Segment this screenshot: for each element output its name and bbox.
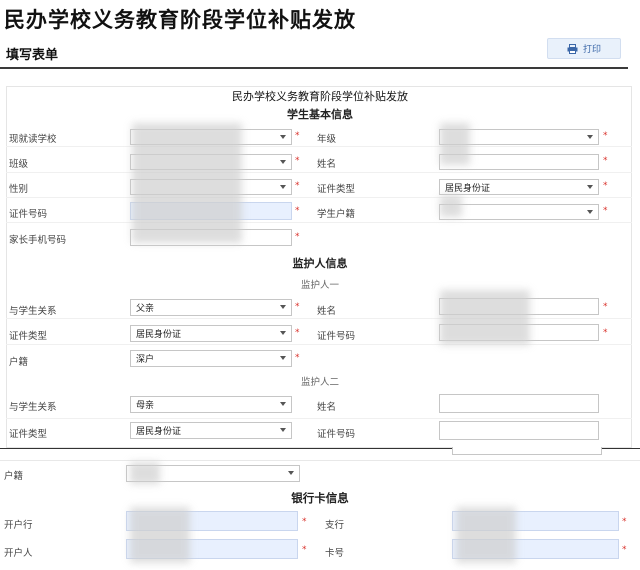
grade-label: 年级 [317, 134, 337, 145]
student-name-label: 姓名 [317, 159, 337, 170]
row-divider [6, 172, 632, 173]
guardian1-id-no-label: 证件号码 [317, 331, 356, 342]
guardian2-id-no-input[interactable] [439, 421, 599, 440]
guardian2-id-type-select[interactable]: 居民身份证 [130, 422, 292, 439]
privacy-blur [440, 123, 470, 165]
required-mark: * [295, 181, 300, 191]
student-hukou-label: 学生户籍 [317, 209, 356, 220]
guardian1-hukou-select[interactable]: 深户 [130, 350, 292, 367]
account-holder-label: 开户人 [4, 548, 33, 559]
privacy-blur [440, 195, 462, 217]
branch-label: 支行 [325, 520, 345, 531]
required-mark: * [302, 545, 307, 555]
school-label: 现就读学校 [9, 134, 57, 145]
privacy-blur [132, 123, 242, 243]
required-mark: * [603, 181, 608, 191]
section-label: 填写表单 [6, 48, 59, 63]
student-hukou-select[interactable] [439, 204, 599, 220]
guardian1-id-type-select[interactable]: 居民身份证 [130, 325, 292, 342]
required-mark: * [603, 131, 608, 141]
printer-icon [567, 43, 578, 54]
parent-phone-label: 家长手机号码 [9, 235, 67, 246]
guardian1-relation-select[interactable]: 父亲 [130, 299, 292, 316]
page-title: 民办学校义务教育阶段学位补贴发放 [4, 8, 356, 32]
gender-label: 性别 [9, 184, 29, 195]
student-id-type-label: 证件类型 [317, 184, 356, 195]
row-divider [6, 197, 632, 198]
guardian1-name-label: 姓名 [317, 306, 337, 317]
form-title: 民办学校义务教育阶段学位补贴发放 [232, 90, 408, 103]
guardian1-hukou-label: 户籍 [9, 357, 29, 368]
guardian2-name-label: 姓名 [317, 402, 337, 413]
required-mark: * [622, 545, 627, 555]
bank-name-label: 开户行 [4, 520, 33, 531]
guardian2-id-type-label: 证件类型 [9, 429, 48, 440]
privacy-blur [130, 507, 190, 563]
cropped-input-edge [452, 447, 602, 455]
guardian2-id-no-label: 证件号码 [317, 429, 356, 440]
student-id-no-label: 证件号码 [9, 209, 48, 220]
required-mark: * [295, 131, 300, 141]
required-mark: * [295, 232, 300, 242]
privacy-blur [440, 290, 530, 345]
guardian2-heading: 监护人二 [300, 377, 339, 388]
privacy-blur [130, 462, 160, 484]
student-info-heading: 学生基本信息 [287, 108, 353, 121]
print-button-label: 打印 [582, 45, 601, 55]
required-mark: * [622, 517, 627, 527]
guardian2-relation-label: 与学生关系 [9, 402, 57, 413]
student-id-type-select[interactable]: 居民身份证 [439, 179, 599, 195]
required-mark: * [603, 156, 608, 166]
required-mark: * [302, 517, 307, 527]
row-divider [6, 318, 632, 319]
card-number-label: 卡号 [325, 548, 345, 559]
required-mark: * [295, 328, 300, 338]
guardian1-heading: 监护人一 [300, 280, 339, 291]
header-divider [0, 67, 628, 69]
required-mark: * [295, 206, 300, 216]
guardian1-relation-label: 与学生关系 [9, 306, 57, 317]
row-divider [6, 344, 632, 345]
guardian1-id-type-label: 证件类型 [9, 331, 48, 342]
required-mark: * [603, 302, 608, 312]
guardian-info-heading: 监护人信息 [292, 257, 348, 270]
row-divider [6, 222, 632, 223]
required-mark: * [295, 302, 300, 312]
bank-info-heading: 银行卡信息 [291, 491, 349, 505]
row-divider [6, 146, 632, 147]
required-mark: * [295, 353, 300, 363]
required-mark: * [603, 328, 608, 338]
guardian2-name-input[interactable] [439, 394, 599, 413]
guardian2-relation-select[interactable]: 母亲 [130, 396, 292, 413]
class-label: 班级 [9, 159, 29, 170]
required-mark: * [295, 156, 300, 166]
privacy-blur [456, 507, 516, 563]
row-divider [6, 418, 632, 419]
required-mark: * [603, 206, 608, 216]
print-button[interactable]: 打印 [547, 38, 621, 59]
guardian2-hukou-label: 户籍 [4, 471, 24, 482]
